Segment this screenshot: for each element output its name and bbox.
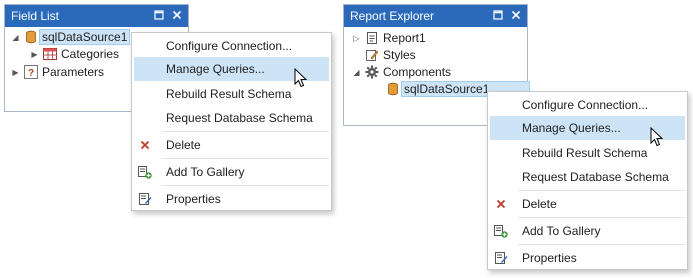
mouse-cursor-icon [294,68,308,88]
menu-item-properties[interactable]: Properties [488,246,687,270]
menu-item-label: Properties [166,192,221,206]
add-to-gallery-icon [138,165,152,179]
menu-item-add-to-gallery[interactable]: Add To Gallery [488,219,687,243]
tree-item-styles[interactable]: Styles [365,46,416,64]
menu-item-label: Rebuild Result Schema [166,87,292,101]
menu-item-request-database-schema[interactable]: Request Database Schema [488,165,687,189]
menu-item-label: Manage Queries... [166,62,265,76]
menu-item-properties[interactable]: Properties [132,187,331,211]
close-icon[interactable] [509,8,523,22]
menu-item-label: Configure Connection... [522,98,649,112]
menu-item-label: Delete [166,138,201,152]
tree-item-label: Categories [61,47,120,61]
collapse-arrow-icon[interactable]: ◢ [11,28,20,46]
properties-icon [494,251,508,265]
menu-item-label: Request Database Schema [166,111,313,125]
parameters-icon: ? [24,65,38,79]
menu-separator [518,190,685,191]
menu-item-label: Manage Queries... [522,121,621,135]
report-explorer-titlebar: Report Explorer [344,5,527,27]
tree-item-report1[interactable]: ▷ Report1 [352,29,426,47]
context-menu-right: Configure Connection... Manage Queries..… [487,91,688,270]
properties-icon [138,192,152,206]
gear-icon [365,65,379,79]
menu-item-configure-connection[interactable]: Configure Connection... [488,93,687,117]
maximize-icon[interactable] [491,8,505,22]
delete-x-icon [494,197,508,211]
tree-item-sqldatasource1[interactable]: ◢ sqlDataSource1 [11,28,131,46]
menu-item-label: Add To Gallery [166,165,245,179]
add-to-gallery-icon [494,224,508,238]
svg-text:?: ? [28,68,34,79]
menu-item-configure-connection[interactable]: Configure Connection... [132,34,331,58]
context-menu-left: Configure Connection... Manage Queries..… [131,32,332,211]
report-icon [365,31,379,45]
close-icon[interactable] [170,8,184,22]
collapse-arrow-icon[interactable]: ◢ [352,63,361,81]
delete-x-icon [138,138,152,152]
menu-separator [162,158,329,159]
tree-item-label: sqlDataSource1 [39,29,131,45]
styles-icon [365,48,379,62]
report-explorer-title: Report Explorer [350,9,435,23]
expand-arrow-icon[interactable]: ▶ [30,45,39,63]
database-icon [24,30,38,44]
menu-item-request-database-schema[interactable]: Request Database Schema [132,106,331,130]
menu-separator [518,244,685,245]
field-list-title: Field List [11,9,60,23]
menu-item-label: Rebuild Result Schema [522,146,648,160]
tree-item-label: Components [383,65,452,79]
table-icon [43,47,57,61]
tree-item-components[interactable]: ◢ Components [352,63,451,81]
mouse-cursor-icon [650,127,664,147]
menu-item-add-to-gallery[interactable]: Add To Gallery [132,160,331,184]
menu-separator [162,185,329,186]
menu-item-label: Properties [522,251,577,265]
database-icon [386,82,400,96]
tree-item-label: Styles [383,48,416,62]
menu-item-delete[interactable]: Delete [488,192,687,216]
expand-arrow-icon[interactable]: ▷ [352,29,361,47]
field-list-titlebar: Field List [5,5,188,27]
maximize-icon[interactable] [152,8,166,22]
menu-item-label: Configure Connection... [166,39,293,53]
menu-item-delete[interactable]: Delete [132,133,331,157]
menu-item-label: Request Database Schema [522,170,669,184]
tree-item-label: Parameters [42,65,105,79]
menu-item-label: Add To Gallery [522,224,601,238]
menu-item-label: Delete [522,197,557,211]
expand-arrow-icon[interactable]: ▶ [11,63,20,81]
menu-separator [518,217,685,218]
tree-item-label: Report1 [383,31,426,45]
tree-item-parameters[interactable]: ▶ ? Parameters [11,63,104,81]
menu-separator [162,131,329,132]
tree-item-categories[interactable]: ▶ Categories [30,45,119,63]
